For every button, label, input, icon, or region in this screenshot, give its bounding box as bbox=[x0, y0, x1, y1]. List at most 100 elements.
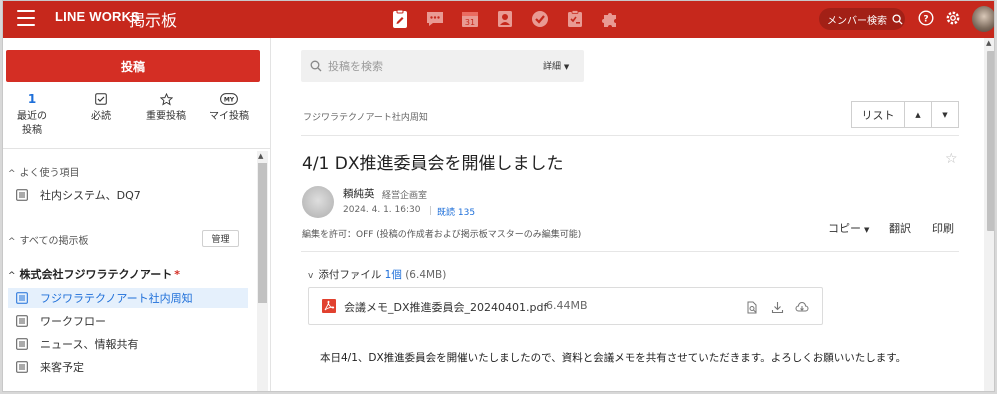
survey-icon[interactable] bbox=[564, 8, 586, 30]
user-avatar[interactable] bbox=[972, 6, 994, 32]
search-detail-dropdown[interactable]: 詳細 ▼ bbox=[543, 59, 569, 72]
gear-icon[interactable] bbox=[945, 10, 961, 30]
search-icon bbox=[892, 13, 903, 25]
recent-posts-label: 最近の 投稿 bbox=[17, 111, 47, 136]
quick-important-posts[interactable]: 重要投稿 bbox=[146, 90, 186, 124]
my-posts-icon-text: MY bbox=[224, 97, 235, 104]
sidebar-item-visitors[interactable]: 来客予定 bbox=[8, 357, 248, 377]
post-title: 4/1 DX推進委員会を開催しました bbox=[302, 154, 564, 174]
cloud-download-icon[interactable] bbox=[795, 299, 809, 318]
search-icon bbox=[310, 60, 322, 72]
board-list-icon bbox=[16, 292, 28, 304]
manage-button[interactable]: 管理 bbox=[202, 230, 239, 247]
sidebar-item-label: ワークフロー bbox=[40, 315, 106, 328]
board-list-icon bbox=[16, 338, 28, 350]
divider bbox=[301, 251, 959, 252]
file-size: 6.44MB bbox=[546, 299, 588, 312]
previous-post-button[interactable]: ▲ bbox=[905, 101, 932, 128]
sidebar-divider bbox=[3, 148, 271, 149]
board-icon[interactable] bbox=[389, 8, 411, 30]
company-name: 株式会社フジワラテクノアート bbox=[19, 268, 173, 281]
brand-logo[interactable]: LINE WORKS bbox=[55, 9, 140, 24]
my-posts-label: マイ投稿 bbox=[209, 111, 249, 122]
attachments-toggle[interactable]: v 添付ファイル 1個 (6.4MB) bbox=[308, 267, 446, 282]
sidebar-item-workflow[interactable]: ワークフロー bbox=[8, 311, 248, 331]
board-list-icon bbox=[16, 189, 28, 201]
all-boards-header[interactable]: ^ すべての掲示板 bbox=[8, 232, 88, 247]
quick-recent-posts[interactable]: 1 最近の 投稿 bbox=[17, 90, 47, 138]
next-post-button[interactable]: ▼ bbox=[932, 101, 959, 128]
quick-must-read[interactable]: 必読 bbox=[91, 90, 111, 124]
attachments-count: 1個 bbox=[384, 269, 402, 281]
search-placeholder: 投稿を検索 bbox=[328, 60, 383, 73]
favorites-header[interactable]: ^ よく使う項目 bbox=[8, 164, 80, 179]
list-button[interactable]: リスト bbox=[851, 101, 905, 128]
app-name: 掲示板 bbox=[129, 11, 178, 30]
author-avatar[interactable] bbox=[302, 186, 334, 218]
scroll-up-arrow-icon[interactable]: ▲ bbox=[986, 39, 991, 47]
important-posts-label: 重要投稿 bbox=[146, 111, 186, 122]
post-search-input[interactable]: 投稿を検索 詳細 ▼ bbox=[301, 50, 584, 82]
sidebar-item-label: フジワラテクノアート社内周知 bbox=[40, 292, 193, 305]
board-list-icon bbox=[16, 361, 28, 373]
help-icon[interactable]: ? bbox=[918, 10, 934, 30]
board-list-icon bbox=[16, 315, 28, 327]
chevron-down-icon: ▼ bbox=[864, 226, 870, 234]
my-posts-icon: MY bbox=[220, 90, 238, 108]
pdf-icon[interactable] bbox=[322, 298, 336, 317]
all-boards-header-label: すべての掲示板 bbox=[19, 236, 89, 247]
chevron-up-icon: ^ bbox=[8, 271, 16, 281]
sidebar-item-label: 社内システム、DQ7 bbox=[40, 189, 141, 202]
contacts-icon[interactable] bbox=[494, 8, 516, 30]
favorites-header-label: よく使う項目 bbox=[19, 168, 80, 179]
company-group[interactable]: ^ 株式会社フジワラテクノアート * bbox=[8, 266, 180, 282]
arrow-up-icon: ▲ bbox=[915, 110, 921, 119]
svg-text:?: ? bbox=[923, 15, 928, 25]
file-name[interactable]: 会議メモ_DX推進委員会_20240401.pdf bbox=[344, 299, 547, 315]
post-body: 本日4/1、DX推進委員会を開催いたしましたので、資料と会議メモを共有させていた… bbox=[320, 352, 907, 364]
member-search-label: メンバー検索 bbox=[827, 15, 887, 27]
search-detail-label: 詳細 bbox=[543, 62, 562, 72]
post-button[interactable]: 投稿 bbox=[6, 50, 260, 82]
arrow-down-icon: ▼ bbox=[942, 110, 948, 119]
attachments-label: 添付ファイル bbox=[318, 269, 382, 281]
sidebar-item-favorite[interactable]: 社内システム、DQ7 bbox=[8, 185, 248, 205]
must-read-label: 必読 bbox=[91, 111, 111, 122]
read-count-link[interactable]: 既読 135 bbox=[437, 205, 475, 218]
copy-button[interactable]: コピー ▼ bbox=[828, 220, 869, 236]
print-button[interactable]: 印刷 bbox=[932, 220, 954, 236]
recent-count: 1 bbox=[27, 92, 37, 106]
chevron-down-icon: v bbox=[308, 271, 314, 281]
sidebar-item-news[interactable]: ニュース、情報共有 bbox=[8, 334, 248, 354]
calendar-icon[interactable]: 31 bbox=[459, 8, 481, 30]
author-department: 経営企画室 bbox=[382, 191, 428, 201]
sidebar-item-notice-board[interactable]: フジワラテクノアート社内周知 bbox=[8, 288, 248, 308]
breadcrumb[interactable]: フジワラテクノアート社内周知 bbox=[303, 110, 428, 123]
edit-permission-text: 編集を許可：OFF (投稿の作成者および掲示板マスターのみ編集可能) bbox=[302, 230, 582, 240]
hamburger-menu-icon[interactable] bbox=[17, 10, 35, 26]
star-icon bbox=[159, 90, 173, 108]
app-switcher: 31 bbox=[389, 8, 621, 30]
calendar-day: 31 bbox=[465, 18, 475, 27]
app-window: LINE WORKS 掲示板 31 メンバー検索 ? 投稿 1 最近の 投稿 必… bbox=[2, 0, 995, 392]
chevron-down-icon: ▼ bbox=[563, 63, 570, 71]
author-name[interactable]: 頼純英 bbox=[343, 186, 375, 201]
divider bbox=[301, 135, 959, 136]
post-view: 投稿を検索 詳細 ▼ フジワラテクノアート社内周知 リスト ▲ ▼ 4/1 DX… bbox=[272, 38, 984, 391]
main-scrollbar-thumb[interactable] bbox=[987, 51, 994, 231]
translate-button[interactable]: 翻訳 bbox=[889, 220, 911, 236]
quick-my-posts[interactable]: MY マイ投稿 bbox=[209, 90, 249, 124]
preview-icon[interactable] bbox=[746, 299, 759, 318]
post-date: 2024. 4. 1. 16:30 bbox=[343, 205, 421, 215]
download-icon[interactable] bbox=[771, 299, 784, 318]
scroll-up-arrow-icon[interactable]: ▲ bbox=[258, 152, 263, 160]
star-icon[interactable]: ☆ bbox=[945, 151, 958, 167]
puzzle-icon[interactable] bbox=[599, 8, 621, 30]
meta-separator bbox=[430, 206, 431, 215]
attachments-size: (6.4MB) bbox=[405, 269, 447, 281]
task-icon[interactable] bbox=[529, 8, 551, 30]
top-bar: LINE WORKS 掲示板 31 メンバー検索 ? bbox=[3, 1, 994, 38]
chat-icon[interactable] bbox=[424, 8, 446, 30]
member-search-button[interactable]: メンバー検索 bbox=[819, 8, 905, 30]
sidebar-scrollbar-thumb[interactable] bbox=[258, 163, 267, 303]
